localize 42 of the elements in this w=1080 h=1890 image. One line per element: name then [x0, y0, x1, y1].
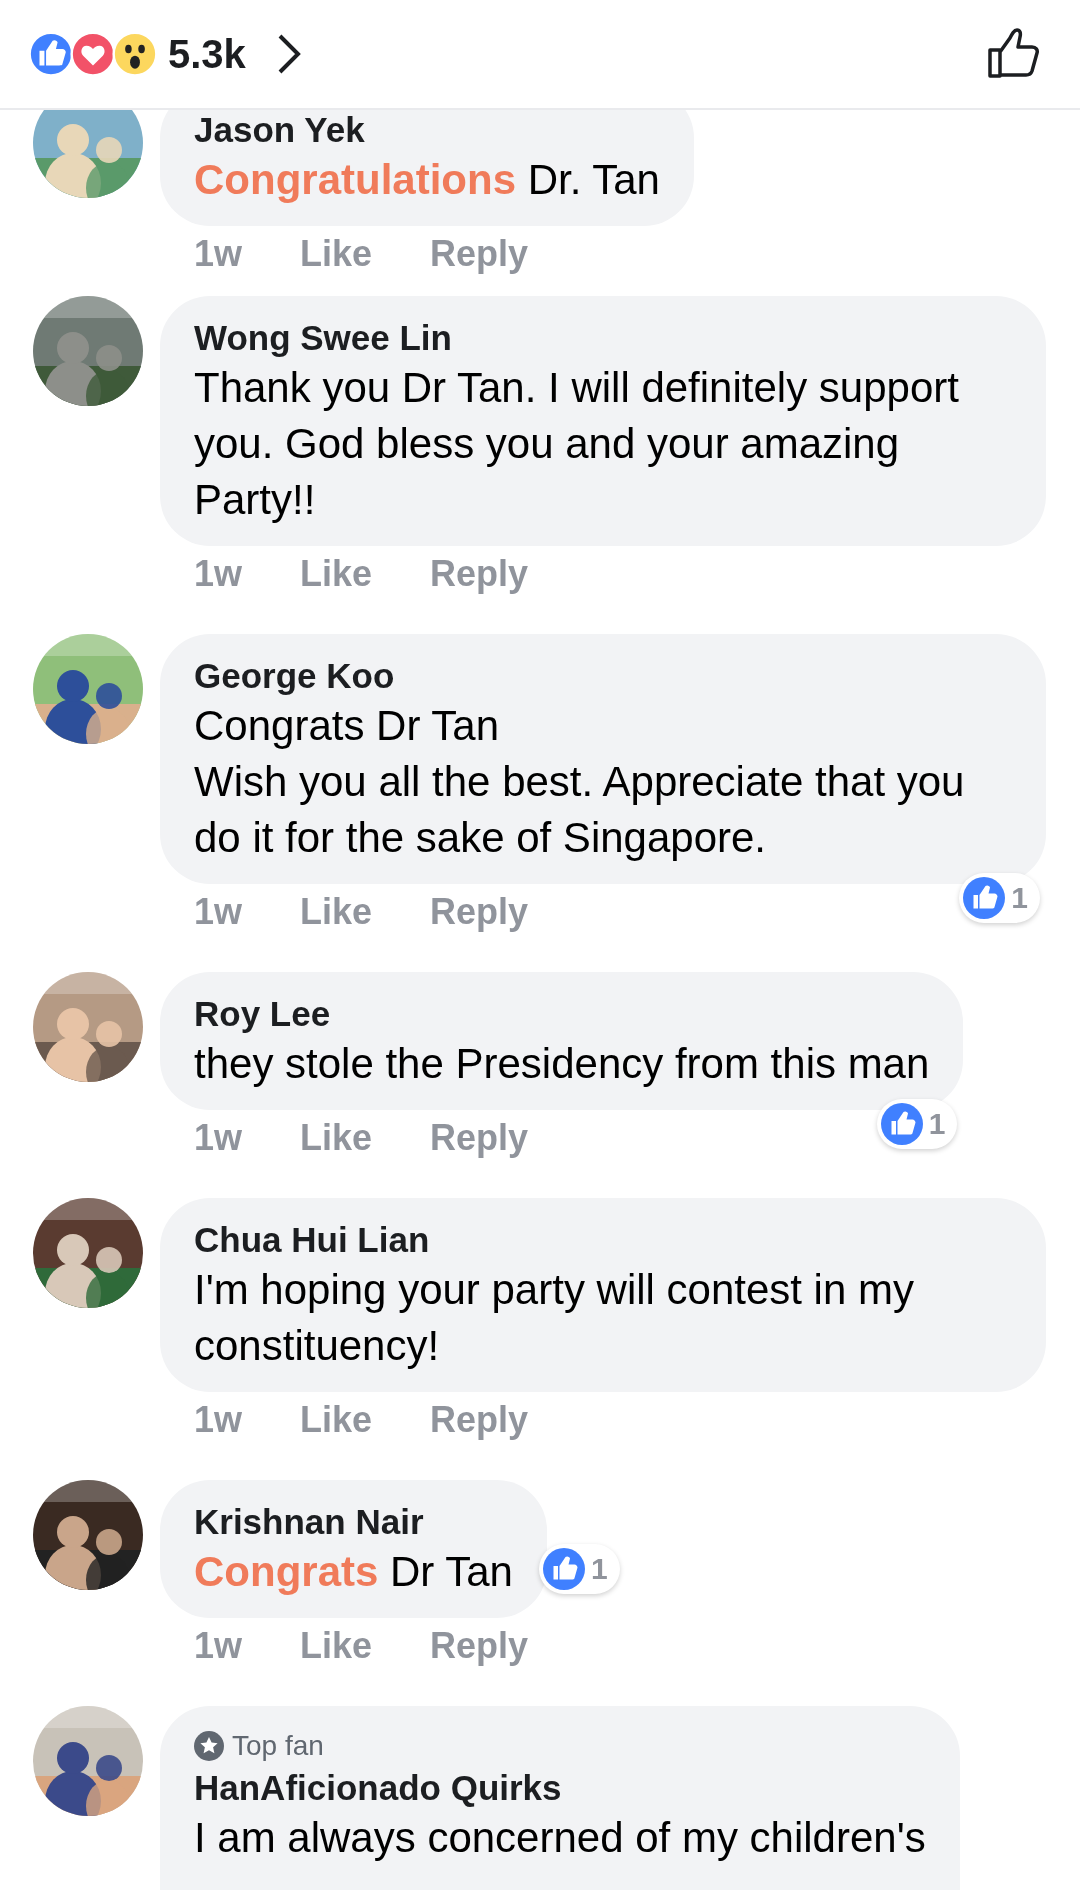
timestamp: 1w [194, 891, 243, 933]
like-icon [880, 1103, 923, 1145]
reaction-badge[interactable]: 1 [876, 1099, 958, 1149]
timestamp: 1w [194, 233, 243, 275]
like-icon [543, 1548, 585, 1590]
timestamp: 1w [194, 1625, 243, 1667]
commenter-name[interactable]: HanAficionado Quirks [194, 1766, 926, 1810]
timestamp: 1w [194, 1117, 243, 1159]
like-link[interactable]: Like [300, 891, 373, 933]
like-icon [963, 877, 1006, 919]
comment-text: Congrats Dr Tan Wish you all the best. Appreciate that you do it for the sake of Singapore. [194, 701, 966, 863]
reaction-badge[interactable]: 1 [959, 873, 1040, 923]
commenter-name[interactable]: Jason Yek [194, 110, 660, 152]
commenter-name[interactable]: Krishnan Nair [194, 1500, 513, 1544]
like-icon [28, 31, 74, 77]
wow-emoji-icon [112, 31, 158, 77]
reply-link[interactable]: Reply [430, 891, 529, 933]
commenter-name[interactable]: George Koo [194, 654, 1012, 698]
like-link[interactable]: Like [300, 233, 373, 275]
comment-text: I'm hoping your party will contest in my constituency! [194, 1265, 915, 1371]
reaction-badge[interactable]: 1 [539, 1544, 620, 1594]
like-link[interactable]: Like [300, 553, 373, 595]
comment-text: I am always concerned of my children's [194, 1813, 926, 1863]
reply-link[interactable]: Reply [430, 233, 529, 275]
reaction-count[interactable]: 5.3k [168, 31, 246, 77]
commenter-name[interactable]: Wong Swee Lin [194, 316, 1012, 360]
reply-link[interactable]: Reply [430, 1399, 529, 1441]
timestamp: 1w [194, 553, 243, 595]
reply-link[interactable]: Reply [430, 1625, 529, 1667]
reply-link[interactable]: Reply [430, 553, 529, 595]
like-link[interactable]: Like [300, 1625, 373, 1667]
comment-text: Congratulations Dr. Tan [194, 155, 660, 205]
like-link[interactable]: Like [300, 1399, 373, 1441]
comment-text: they stole the Presidency from this man [194, 1039, 930, 1089]
commenter-name[interactable]: Roy Lee [194, 992, 930, 1036]
like-link[interactable]: Like [300, 1117, 373, 1159]
timestamp: 1w [194, 1399, 243, 1441]
comment-text: Congrats Dr Tan [194, 1547, 513, 1597]
top-fan-label: Top fan [232, 1730, 324, 1762]
commenter-name[interactable]: Chua Hui Lian [194, 1218, 1012, 1262]
reply-link[interactable]: Reply [430, 1117, 529, 1159]
comment-text: Thank you Dr Tan. I will definitely support you. God bless you and your amazing Party!! [194, 363, 960, 525]
